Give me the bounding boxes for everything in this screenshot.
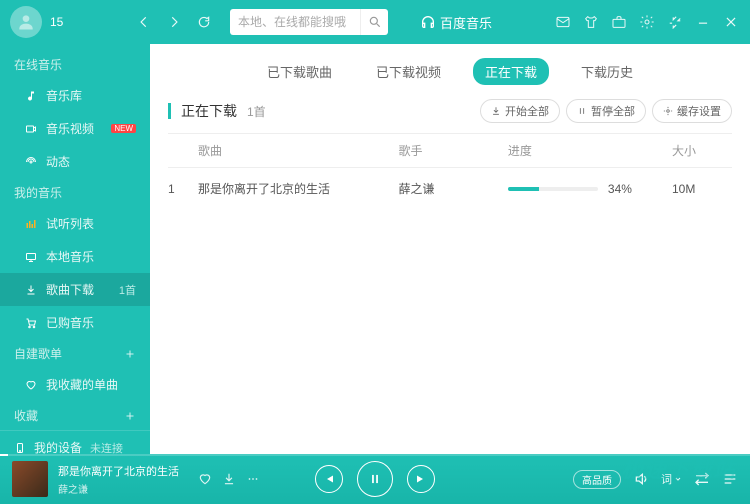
activity-icon <box>24 155 38 169</box>
more-button[interactable] <box>246 472 260 486</box>
seek-bar[interactable] <box>0 454 750 456</box>
close-icon[interactable] <box>722 13 740 31</box>
sidebar-item-feed[interactable]: 动态 <box>0 145 150 178</box>
add-fav-button[interactable] <box>124 410 136 422</box>
minimize-icon[interactable] <box>694 13 712 31</box>
now-playing-artist: 薛之谦 <box>58 481 188 496</box>
sidebar-item-library[interactable]: 音乐库 <box>0 79 150 112</box>
music-note-icon <box>24 89 38 103</box>
back-button[interactable] <box>132 10 156 34</box>
mini-icon[interactable] <box>666 13 684 31</box>
col-progress[interactable]: 进度 <box>508 142 672 159</box>
volume-button[interactable] <box>633 471 649 487</box>
page-title: 正在下载 1首 <box>168 101 266 121</box>
cache-settings-button[interactable]: 缓存设置 <box>652 99 732 123</box>
table-header: 歌曲 歌手 进度 大小 <box>168 133 732 168</box>
now-playing-title: 那是你离开了北京的生活 <box>58 463 188 479</box>
main-content: 已下载歌曲 已下载视频 正在下载 下载历史 正在下载 1首 开始全部 <box>150 44 750 454</box>
time-display: 00:31 <box>713 438 738 449</box>
forward-button[interactable] <box>162 10 186 34</box>
lyric-button[interactable]: 词 <box>661 471 682 487</box>
brand: 百度音乐 <box>420 13 492 32</box>
skin-icon[interactable] <box>582 13 600 31</box>
next-button[interactable] <box>407 465 435 493</box>
play-pause-button[interactable] <box>357 461 393 497</box>
album-art[interactable] <box>12 461 48 497</box>
header: 15 百度音乐 <box>0 0 750 44</box>
col-artist[interactable]: 歌手 <box>399 142 508 159</box>
bars-icon <box>24 217 38 231</box>
username[interactable]: 15 <box>50 15 120 29</box>
like-button[interactable] <box>198 472 212 486</box>
video-icon <box>24 122 38 136</box>
download-button[interactable] <box>222 472 236 486</box>
sidebar-item-listen[interactable]: 试听列表 <box>0 207 150 240</box>
player-bar: 00:31 那是你离开了北京的生活 薛之谦 高品质 词 <box>0 454 750 504</box>
add-playlist-button[interactable] <box>124 348 136 360</box>
section-online: 在线音乐 <box>0 50 150 79</box>
heart-icon <box>24 378 38 392</box>
search-box <box>230 9 388 35</box>
computer-icon <box>24 250 38 264</box>
tabs: 已下载歌曲 已下载视频 正在下载 下载历史 <box>150 44 750 95</box>
sidebar-item-purchased[interactable]: 已购音乐 <box>0 306 150 339</box>
prev-button[interactable] <box>315 465 343 493</box>
download-icon <box>24 283 38 297</box>
headphones-icon <box>420 14 436 30</box>
progress-bar: 34% <box>508 182 672 196</box>
gear-icon <box>663 106 673 116</box>
gear-icon[interactable] <box>638 13 656 31</box>
start-all-button[interactable]: 开始全部 <box>480 99 560 123</box>
quality-button[interactable]: 高品质 <box>573 470 621 489</box>
cart-icon <box>24 316 38 330</box>
tab-history[interactable]: 下载历史 <box>569 58 645 85</box>
download-icon <box>491 106 501 116</box>
col-size[interactable]: 大小 <box>672 142 732 159</box>
col-song[interactable]: 歌曲 <box>198 142 399 159</box>
pause-icon <box>577 106 587 116</box>
section-fav: 收藏 <box>0 401 150 430</box>
section-mine: 我的音乐 <box>0 178 150 207</box>
refresh-button[interactable] <box>192 10 216 34</box>
tab-downloading[interactable]: 正在下载 <box>473 58 549 85</box>
message-icon[interactable] <box>554 13 572 31</box>
sidebar: 在线音乐 音乐库 音乐视频 NEW 动态 我的音乐 试听列表 本地音乐 <box>0 44 150 454</box>
search-input[interactable] <box>230 15 360 29</box>
playmode-button[interactable] <box>694 471 710 487</box>
playlist-button[interactable] <box>722 471 738 487</box>
avatar[interactable] <box>10 6 42 38</box>
toolbox-icon[interactable] <box>610 13 628 31</box>
new-badge: NEW <box>111 124 136 133</box>
tab-downloaded-video[interactable]: 已下载视频 <box>364 58 453 85</box>
sidebar-item-video[interactable]: 音乐视频 NEW <box>0 112 150 145</box>
table-row[interactable]: 1 那是你离开了北京的生活 薛之谦 34% 10M <box>168 168 732 209</box>
sidebar-item-download[interactable]: 歌曲下载 1首 <box>0 273 150 306</box>
section-playlist: 自建歌单 <box>0 339 150 368</box>
phone-icon <box>14 442 26 454</box>
sidebar-item-myfav[interactable]: 我收藏的单曲 <box>0 368 150 401</box>
tab-downloaded-songs[interactable]: 已下载歌曲 <box>255 58 344 85</box>
sidebar-item-local[interactable]: 本地音乐 <box>0 240 150 273</box>
search-button[interactable] <box>360 9 388 35</box>
pause-all-button[interactable]: 暂停全部 <box>566 99 646 123</box>
